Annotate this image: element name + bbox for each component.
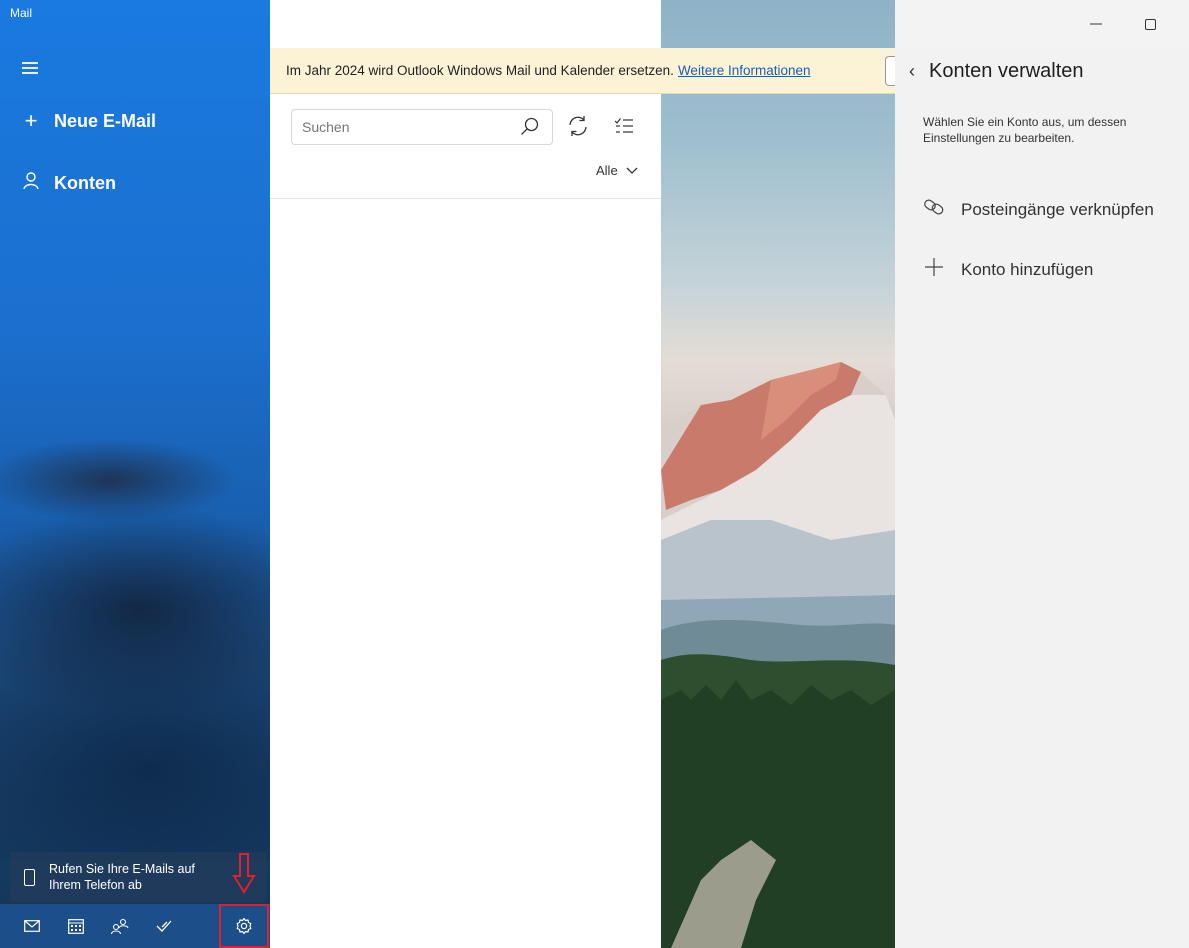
minimize-button[interactable]: [1081, 12, 1111, 36]
banner-text: Im Jahr 2024 wird Outlook Windows Mail u…: [286, 63, 674, 78]
person-icon: [22, 170, 40, 196]
link-inboxes-button[interactable]: Posteingänge verknüpfen: [923, 198, 1154, 221]
list-divider: [270, 198, 661, 199]
todo-icon[interactable]: [142, 904, 186, 948]
mail-icon[interactable]: [10, 904, 54, 948]
panel-back-button[interactable]: ‹ Konten verwalten: [909, 60, 1084, 83]
chevron-left-icon: ‹: [909, 61, 915, 81]
add-account-button[interactable]: Konto hinzufügen: [923, 257, 1093, 282]
navigation-pane: Mail + Neue E-Mail Konten Rufen Sie Ihre…: [0, 0, 270, 948]
chevron-down-icon: [626, 167, 638, 174]
plus-icon: [923, 257, 945, 282]
plus-icon: +: [24, 108, 38, 133]
accounts-label: Konten: [54, 172, 116, 193]
search-icon[interactable]: [520, 117, 540, 137]
search-box[interactable]: [291, 109, 553, 145]
phone-promo-banner[interactable]: Rufen Sie Ihre E-Mails auf Ihrem Telefon…: [10, 852, 266, 902]
settings-icon[interactable]: [219, 904, 269, 948]
add-account-label: Konto hinzufügen: [961, 259, 1094, 279]
minimize-icon: [1090, 23, 1102, 25]
new-mail-label: Neue E-Mail: [54, 110, 157, 131]
phone-banner-line-1: Rufen Sie Ihre E-Mails auf: [49, 862, 195, 876]
banner-button-partial[interactable]: [885, 56, 895, 86]
phone-banner-line-2: Ihrem Telefon ab: [49, 878, 142, 892]
calendar-icon[interactable]: [54, 904, 98, 948]
manage-accounts-panel: ‹ Konten verwalten Wählen Sie ein Konto …: [895, 48, 1189, 948]
nav-background-mountain: [0, 440, 270, 860]
background-landscape-image: [661, 0, 895, 948]
outlook-migration-banner: Im Jahr 2024 wird Outlook Windows Mail u…: [270, 48, 895, 94]
app-title: Mail: [10, 6, 33, 20]
link-icon: [923, 198, 945, 221]
banner-more-info-link[interactable]: Weitere Informationen: [678, 63, 811, 78]
maximize-icon: [1144, 18, 1156, 30]
people-icon[interactable]: [98, 904, 142, 948]
filter-label: Alle: [596, 163, 618, 178]
hamburger-menu-icon[interactable]: [22, 62, 38, 74]
search-input[interactable]: [302, 119, 512, 135]
link-inboxes-label: Posteingänge verknüpfen: [961, 199, 1154, 219]
panel-title: Konten verwalten: [929, 60, 1084, 82]
sync-icon[interactable]: [566, 114, 590, 138]
phone-icon: [24, 868, 35, 886]
selection-mode-icon[interactable]: [614, 117, 634, 135]
new-mail-button[interactable]: + Neue E-Mail: [22, 108, 156, 134]
maximize-button[interactable]: [1135, 12, 1165, 36]
window-titlebar: [895, 0, 1189, 48]
accounts-button[interactable]: Konten: [22, 170, 116, 196]
bottom-app-bar: [0, 904, 270, 948]
panel-description: Wählen Sie ein Konto aus, um dessen Eins…: [923, 115, 1127, 145]
red-arrow-annotation: [232, 853, 256, 894]
filter-dropdown[interactable]: Alle: [596, 163, 638, 178]
